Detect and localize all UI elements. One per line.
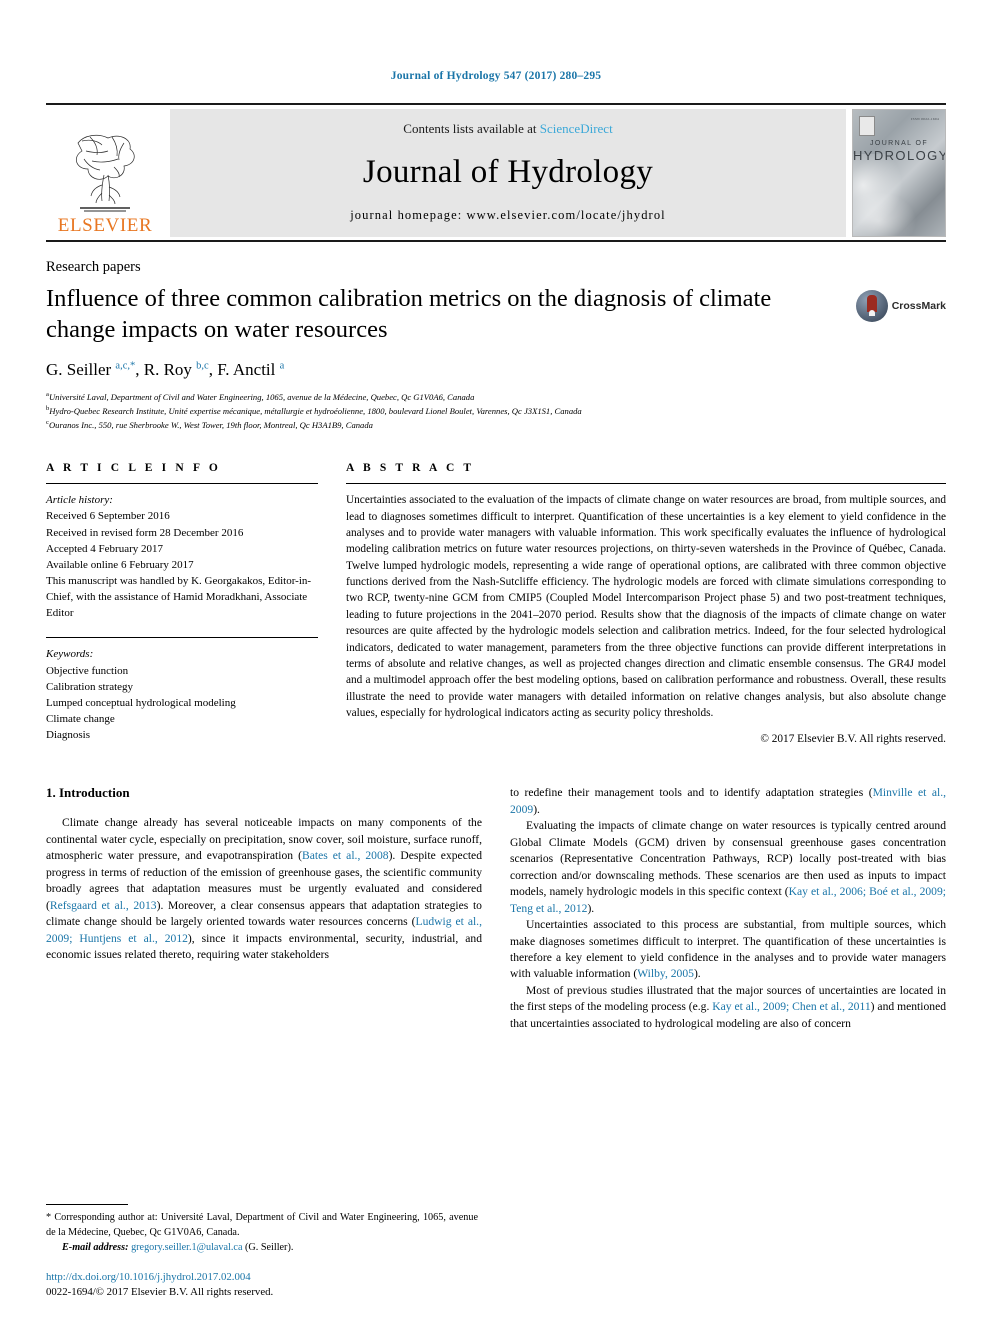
article-info-rule [46, 483, 318, 485]
keywords-label: Keywords: [46, 648, 94, 661]
article-info-column: A R T I C L E I N F O Article history: R… [46, 462, 346, 745]
article-info-heading: A R T I C L E I N F O [46, 462, 221, 475]
keyword-item-1: Calibration strategy [46, 680, 134, 693]
article-history-item-4: This manuscript was handled by K. Georga… [46, 575, 312, 620]
keywords-rule [46, 637, 318, 639]
affiliation-marker: b [46, 404, 50, 412]
email-suffix: (G. Seiller). [245, 1242, 294, 1254]
affiliation-list: aUniversité Laval, Department of Civil a… [46, 390, 946, 433]
journal-masthead: ELSEVIER Contents lists available at Sci… [46, 103, 946, 237]
paragraph-right-2: Uncertainties associated to this process… [510, 918, 946, 981]
abstract-copyright: © 2017 Elsevier B.V. All rights reserved… [760, 733, 946, 746]
email-label: E-mail address: [62, 1242, 129, 1254]
journal-title: Journal of Hydrology [362, 154, 654, 190]
cover-issn: ISSN 0022-1694 [911, 117, 939, 121]
article-history-item-2: Accepted 4 February 2017 [46, 542, 163, 555]
article-history-items: Received 6 September 2016 Received in rev… [46, 508, 318, 621]
citation-link[interactable]: Ludwig et al., 2009; Huntjens et al., 20… [46, 915, 482, 944]
doi-block: http://dx.doi.org/10.1016/j.jhydrol.2017… [46, 1270, 478, 1301]
right-column-paragraphs: to redefine their management tools and t… [510, 785, 946, 1032]
email-link[interactable]: gregory.seiller.1@ulaval.ca [131, 1242, 242, 1253]
citation-link[interactable]: Kay et al., 2006; Boé et al., 2009; Teng… [510, 885, 946, 914]
affiliation-a: aUniversité Laval, Department of Civil a… [46, 390, 475, 402]
abstract-heading: A B S T R A C T [346, 462, 475, 475]
body-column-right: to redefine their management tools and t… [510, 785, 946, 1032]
keywords-block: Keywords: Objective function Calibration … [46, 646, 318, 743]
journal-homepage[interactable]: journal homepage: www.elsevier.com/locat… [350, 208, 666, 223]
article-history-item-0: Received 6 September 2016 [46, 510, 170, 523]
body-column-left: 1. Introduction Climate change already h… [46, 785, 482, 1032]
body-columns: 1. Introduction Climate change already h… [46, 785, 946, 1032]
citation-link[interactable]: Wilby, 2005 [637, 967, 694, 980]
affiliation-marker: c [46, 419, 49, 427]
title-row: Influence of three common calibration me… [46, 284, 946, 346]
paragraph-right-1: Evaluating the impacts of climate change… [510, 819, 946, 915]
journal-cover-thumbnail: ISSN 0022-1694 JOURNAL OF HYDROLOGY [852, 109, 946, 237]
article-section-label: Research papers [46, 259, 141, 275]
contents-prefix: Contents lists available at [403, 121, 540, 136]
abstract-rule [346, 483, 946, 485]
crossmark-icon [855, 290, 888, 322]
citation-link[interactable]: Minville et al., 2009 [510, 786, 946, 815]
elsevier-wordmark: ELSEVIER [57, 215, 153, 236]
footnote-area: * Corresponding author at: Université La… [46, 1204, 478, 1301]
corresponding-author-note: * Corresponding author at: Université La… [46, 1212, 478, 1238]
affiliation-c: cOuranos Inc., 550, rue Sherbrooke W., W… [46, 419, 373, 430]
info-abstract-region: A R T I C L E I N F O Article history: R… [46, 462, 946, 745]
abstract-column: A B S T R A C T Uncertainties associated… [346, 462, 946, 745]
paragraph-left-0: Climate change already has several notic… [46, 816, 483, 962]
citation-link[interactable]: Kay et al., 2009; Chen et al., 2011 [712, 1000, 870, 1013]
running-head: Journal of Hydrology 547 (2017) 280–295 [390, 70, 602, 82]
masthead-center-panel: Contents lists available at ScienceDirec… [170, 109, 846, 237]
cover-elsevier-mark [859, 116, 875, 136]
paragraph-right-0: to redefine their management tools and t… [510, 786, 946, 816]
email-note: E-mail address: gregory.seiller.1@ulaval… [46, 1241, 478, 1255]
keyword-item-4: Diagnosis [46, 729, 90, 742]
article-history-block: Article history: Received 6 September 20… [46, 492, 318, 621]
introduction-heading: 1. Introduction [46, 785, 130, 801]
article-history-label: Article history: [46, 494, 113, 507]
footnote-rule [46, 1204, 128, 1206]
author-list: G. Seiller a,c,*, R. Roy b,c, F. Anctil … [46, 359, 285, 379]
article-title: Influence of three common calibration me… [46, 285, 772, 343]
paper-page: Journal of Hydrology 547 (2017) 280–295 [0, 0, 992, 1323]
crossmark-badge[interactable]: CrossMark [855, 290, 946, 322]
paragraph-right-3: Most of previous studies illustrated tha… [510, 983, 947, 1030]
masthead-bottom-rule [46, 240, 946, 242]
left-column-paragraphs: Climate change already has several notic… [46, 815, 482, 963]
affiliation-b: bHydro-Quebec Research Institute, Unité … [46, 404, 582, 416]
abstract-text: Uncertainties associated to the evaluati… [346, 494, 946, 720]
citation-link[interactable]: Bates et al., 2008 [302, 849, 389, 862]
keyword-items: Objective function Calibration strategy Lu… [46, 663, 318, 744]
citation-link[interactable]: Refsgaard et al., 2013 [50, 899, 157, 912]
elsevier-tree-icon [75, 134, 135, 212]
cover-title-line1: JOURNAL OF [869, 140, 929, 147]
keyword-item-3: Climate change [46, 713, 115, 726]
doi-link[interactable]: http://dx.doi.org/10.1016/j.jhydrol.2017… [46, 1270, 478, 1286]
cover-title-line2: HYDROLOGY [853, 148, 946, 163]
elsevier-logo: ELSEVIER [46, 109, 164, 237]
article-history-item-3: Available online 6 February 2017 [46, 558, 194, 571]
sciencedirect-link[interactable]: ScienceDirect [540, 121, 613, 136]
article-history-item-1: Received in revised form 28 December 201… [46, 526, 244, 539]
issn-copyright-line: 0022-1694/© 2017 Elsevier B.V. All right… [46, 1286, 274, 1299]
crossmark-label: CrossMark [891, 300, 946, 312]
contents-available-line: Contents lists available at ScienceDirec… [403, 121, 612, 137]
cover-wash-lower [853, 186, 923, 236]
keyword-item-0: Objective function [46, 664, 129, 677]
keyword-item-2: Lumped conceptual hydrological modeling [46, 696, 236, 709]
affiliation-marker: a [46, 390, 49, 398]
cover-title-block: JOURNAL OF HYDROLOGY [853, 140, 945, 163]
